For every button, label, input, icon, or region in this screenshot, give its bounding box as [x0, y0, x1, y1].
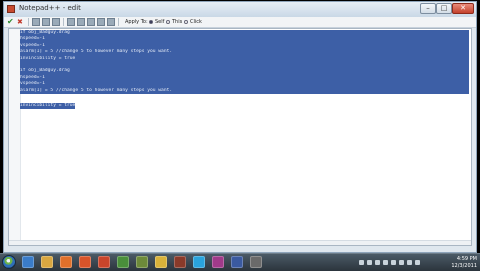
- folder-icon[interactable]: [41, 256, 53, 268]
- print-icon[interactable]: [52, 18, 60, 26]
- radio-other[interactable]: [166, 20, 170, 24]
- skype-icon[interactable]: [193, 256, 205, 268]
- ok-check-icon[interactable]: ✔: [7, 18, 15, 26]
- apply-to-label: Apply To:: [125, 19, 148, 25]
- tray-icon[interactable]: [367, 260, 372, 265]
- tray-icon[interactable]: [383, 260, 388, 265]
- radio-other-label: This: [172, 19, 183, 25]
- clock-date[interactable]: 12/3/2011: [451, 263, 477, 269]
- goto-icon[interactable]: [107, 18, 115, 26]
- maximize-button[interactable]: □: [436, 3, 452, 14]
- app-icon-11[interactable]: [212, 256, 224, 268]
- toolbar-separator: [118, 18, 119, 26]
- tray-icon[interactable]: [375, 260, 380, 265]
- minimize-button[interactable]: –: [420, 3, 436, 14]
- start-button[interactable]: [2, 255, 16, 269]
- code-line[interactable]: invincibility = true: [20, 102, 76, 109]
- network-icon[interactable]: [415, 260, 420, 265]
- toolbar-separator: [28, 18, 29, 26]
- window-title: Notepad++ - edit: [19, 4, 81, 12]
- tray-icon[interactable]: [399, 260, 404, 265]
- game-maker-icon[interactable]: [98, 256, 110, 268]
- app-icon-6[interactable]: [117, 256, 129, 268]
- app-icon: [7, 5, 15, 13]
- cancel-x-icon[interactable]: ✖: [17, 18, 25, 26]
- chrome-icon[interactable]: [155, 256, 167, 268]
- app-icon-12[interactable]: [231, 256, 243, 268]
- tray-icon[interactable]: [359, 260, 364, 265]
- app-icon-13[interactable]: [250, 256, 262, 268]
- ie-icon[interactable]: [22, 256, 34, 268]
- app-icon-7[interactable]: [136, 256, 148, 268]
- radio-self[interactable]: [149, 20, 153, 24]
- find-icon[interactable]: [87, 18, 95, 26]
- redo-icon[interactable]: [77, 18, 85, 26]
- horizontal-scrollbar[interactable]: [9, 240, 471, 245]
- open-icon[interactable]: [32, 18, 40, 26]
- firefox-icon[interactable]: [79, 256, 91, 268]
- app-icon-9[interactable]: [174, 256, 186, 268]
- taskbar: 4:59 PM 12/3/2011: [0, 253, 480, 271]
- clock-time[interactable]: 4:59 PM: [457, 256, 477, 262]
- code-lines[interactable]: if obj_Badguy.drag hspeed=-1 vspeed=-1 a…: [20, 30, 469, 113]
- close-button[interactable]: ✕: [452, 3, 474, 14]
- toolbar: ✔ ✖ Apply To: Self This Click: [4, 17, 476, 28]
- replace-icon[interactable]: [97, 18, 105, 26]
- editor-window: Notepad++ - edit – □ ✕ ✔ ✖ Apply To: Sel…: [3, 1, 477, 253]
- media-player-icon[interactable]: [60, 256, 72, 268]
- save-icon[interactable]: [42, 18, 50, 26]
- title-bar[interactable]: Notepad++ - edit – □ ✕: [4, 2, 476, 18]
- system-tray: 4:59 PM 12/3/2011: [357, 255, 477, 270]
- radio-self-label: Self: [155, 19, 165, 25]
- code-editor[interactable]: if obj_Badguy.drag hspeed=-1 vspeed=-1 a…: [8, 28, 472, 246]
- tray-icon[interactable]: [391, 260, 396, 265]
- radio-object[interactable]: [184, 20, 188, 24]
- volume-icon[interactable]: [407, 260, 412, 265]
- undo-icon[interactable]: [67, 18, 75, 26]
- toolbar-separator: [63, 18, 64, 26]
- radio-object-label: Click: [190, 19, 202, 25]
